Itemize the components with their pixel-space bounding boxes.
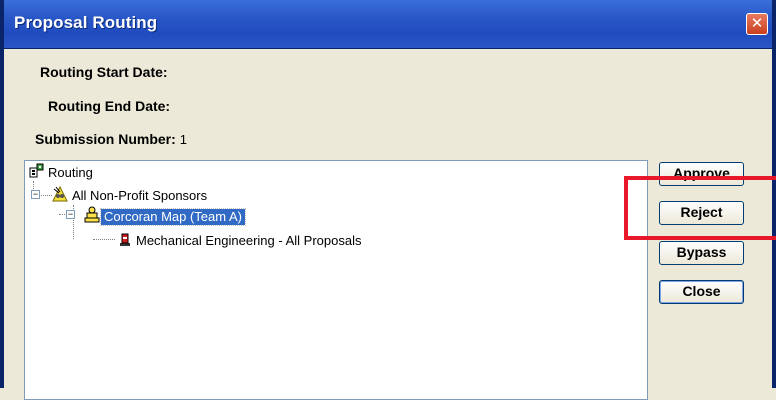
title-bar[interactable]: Proposal Routing ✕: [4, 0, 772, 49]
sponsors-stop-icon: [51, 185, 69, 207]
tree-node-label: Routing: [48, 165, 93, 180]
tree-node-routing[interactable]: Routing: [29, 163, 96, 183]
window-close-button[interactable]: ✕: [746, 13, 768, 35]
approver-stop-icon: [117, 231, 133, 251]
close-button[interactable]: Close: [659, 280, 744, 304]
routing-end-date-label: Routing End Date:: [48, 98, 171, 114]
collapse-map-toggle[interactable]: −: [66, 210, 75, 219]
routing-tree[interactable]: Routing − All Non-Profit Sponsors − Corc…: [24, 160, 648, 400]
window-title: Proposal Routing: [14, 13, 158, 32]
routing-start-date-label: Routing Start Date:: [40, 64, 168, 80]
routing-map-icon: [29, 163, 45, 183]
submission-number-value: 1: [179, 132, 188, 147]
tree-node-corcoran-map[interactable]: Corcoran Map (Team A): [83, 206, 246, 227]
team-map-icon: [83, 206, 101, 227]
tree-node-sponsors[interactable]: All Non-Profit Sponsors: [51, 185, 210, 207]
reject-highlight-box: [624, 176, 776, 240]
bypass-button[interactable]: Bypass: [659, 241, 744, 265]
tree-connector: [38, 195, 52, 196]
submission-number: Submission Number: 1: [35, 131, 187, 147]
routing-start-date: Routing Start Date:: [40, 64, 172, 80]
proposal-routing-dialog: Proposal Routing ✕ Routing Start Date: R…: [0, 0, 776, 400]
tree-connector: [93, 239, 115, 240]
tree-node-label: All Non-Profit Sponsors: [72, 188, 208, 203]
collapse-sponsors-toggle[interactable]: −: [31, 190, 40, 199]
tree-node-mechanical-engineering[interactable]: Mechanical Engineering - All Proposals: [117, 231, 364, 251]
tree-node-label-selected: Corcoran Map (Team A): [100, 207, 246, 226]
submission-number-label: Submission Number:: [35, 131, 176, 147]
tree-node-label: Mechanical Engineering - All Proposals: [136, 233, 362, 248]
routing-end-date: Routing End Date:: [48, 98, 174, 114]
